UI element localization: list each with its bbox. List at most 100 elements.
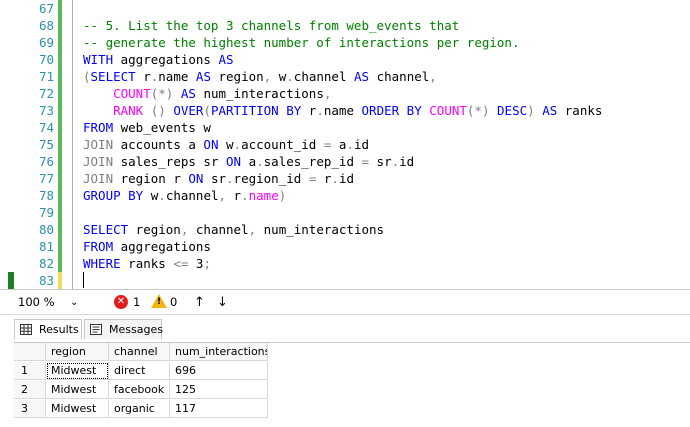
code-token: , — [323, 86, 332, 101]
tab-results-label: Results — [39, 323, 79, 336]
zoom-dropdown[interactable]: 100 % ⌄ — [4, 294, 84, 311]
code-token: id — [354, 137, 370, 152]
code-token: . — [226, 171, 234, 186]
code-token: , — [248, 222, 257, 237]
code-token: account_id — [241, 137, 324, 152]
code-token: (*) — [150, 86, 174, 101]
tab-messages-label: Messages — [109, 323, 163, 336]
code-token: aggregations — [113, 52, 219, 67]
query-editor[interactable]: 67 68 69 70 71 72 73 74 75 76 77 78 79 80 81 82 83 -- 5.… — [0, 0, 690, 289]
code-line: GROUP BY w.channel, r.name) — [83, 187, 286, 204]
code-token: ranks — [120, 256, 174, 271]
code-token: . — [256, 154, 264, 169]
code-line: JOIN accounts a ON w.account_id = a.id — [83, 136, 369, 153]
table-cell[interactable]: direct — [109, 362, 170, 380]
code-token: WHERE — [83, 256, 121, 271]
row-number[interactable]: 2 — [14, 381, 46, 399]
results-grid[interactable]: region channel num_interactions 1 Midwest dir… — [14, 342, 690, 427]
code-token: sales_reps sr — [113, 154, 226, 169]
code-token: r — [135, 69, 151, 84]
warning-count: 0 — [170, 295, 178, 309]
code-token: AS — [180, 86, 196, 101]
code-area[interactable]: -- 5. List the top 3 channels from web_e… — [83, 0, 690, 289]
code-token: aggregations — [113, 239, 211, 254]
code-token: PARTITION BY — [210, 103, 302, 118]
code-line: (SELECT r.name AS region, w.channel AS c… — [83, 68, 437, 85]
text-caret — [83, 272, 84, 288]
code-token: name — [248, 188, 279, 203]
line-number: 73 — [38, 103, 54, 118]
code-token: JOIN — [83, 137, 114, 152]
code-token: AS — [195, 69, 211, 84]
grid-corner[interactable] — [14, 343, 46, 361]
results-tabstrip: Results Messages — [0, 315, 690, 342]
code-token: r — [316, 171, 332, 186]
error-icon: ✕ — [114, 295, 128, 309]
code-line: FROM aggregations — [83, 238, 211, 255]
code-token: sales_rep_id — [263, 154, 362, 169]
code-token: FROM — [83, 120, 114, 135]
row-number[interactable]: 3 — [14, 400, 46, 418]
code-line: JOIN region r ON sr.region_id = r.id — [83, 170, 354, 187]
column-header-channel[interactable]: channel — [109, 343, 170, 361]
zoom-value: 100 % — [18, 295, 55, 309]
messages-icon — [90, 324, 102, 335]
code-token: r — [301, 103, 317, 118]
line-number: 69 — [38, 35, 54, 50]
code-token: region — [210, 69, 264, 84]
line-number: 76 — [38, 154, 54, 169]
code-token: ranks — [557, 103, 603, 118]
code-token: region_id — [233, 171, 309, 186]
code-token: , — [429, 69, 437, 84]
code-token: COUNT — [113, 86, 151, 101]
code-token: ON — [188, 171, 204, 186]
row-number[interactable]: 1 — [14, 362, 46, 380]
line-number: 81 — [38, 239, 54, 254]
current-line-marker — [8, 272, 14, 289]
code-token: -- generate the highest number of intera… — [83, 35, 520, 50]
line-number: 80 — [38, 222, 54, 237]
code-token: . — [316, 103, 324, 118]
table-cell[interactable]: facebook — [109, 381, 170, 399]
code-token: r — [226, 188, 242, 203]
code-line: SELECT region, channel, num_interactions — [83, 221, 384, 238]
arrow-up-icon[interactable]: ↑ — [194, 294, 205, 311]
table-cell[interactable]: Midwest — [46, 400, 109, 418]
line-number: 79 — [38, 205, 54, 220]
table-cell[interactable]: Midwest — [46, 381, 109, 399]
table-cell[interactable]: 696 — [170, 362, 268, 380]
column-header-region[interactable]: region — [46, 343, 109, 361]
code-token: AS — [354, 69, 370, 84]
table-cell[interactable]: Midwest — [46, 362, 109, 380]
code-token: . — [286, 69, 294, 84]
code-token: ) — [278, 188, 287, 203]
tab-results[interactable]: Results — [14, 319, 82, 339]
column-header-num_interactions[interactable]: num_interactions — [170, 343, 268, 361]
code-token: . — [241, 188, 249, 203]
line-number: 72 — [38, 86, 54, 101]
code-token: a — [331, 137, 347, 152]
outline-fold-line — [72, 0, 73, 289]
arrow-down-icon[interactable]: ↓ — [217, 294, 228, 311]
line-number: 77 — [38, 171, 54, 186]
error-count: 1 — [133, 295, 141, 309]
code-token: . — [233, 137, 242, 152]
code-token: SELECT — [90, 69, 136, 84]
code-token: SELECT — [83, 222, 129, 237]
code-token: JOIN — [83, 171, 114, 186]
code-token: name — [158, 69, 196, 84]
code-token: w — [271, 69, 287, 84]
unsaved-changes-marker — [58, 272, 62, 289]
code-token: ON — [226, 154, 242, 169]
line-number: 74 — [38, 120, 54, 135]
table-cell[interactable]: organic — [109, 400, 170, 418]
tab-messages[interactable]: Messages — [84, 319, 163, 339]
code-token: = — [361, 154, 370, 169]
code-token: num_interactions — [195, 86, 324, 101]
line-number: 78 — [38, 188, 54, 203]
table-cell[interactable]: 117 — [170, 400, 268, 418]
table-cell[interactable]: 125 — [170, 381, 268, 399]
